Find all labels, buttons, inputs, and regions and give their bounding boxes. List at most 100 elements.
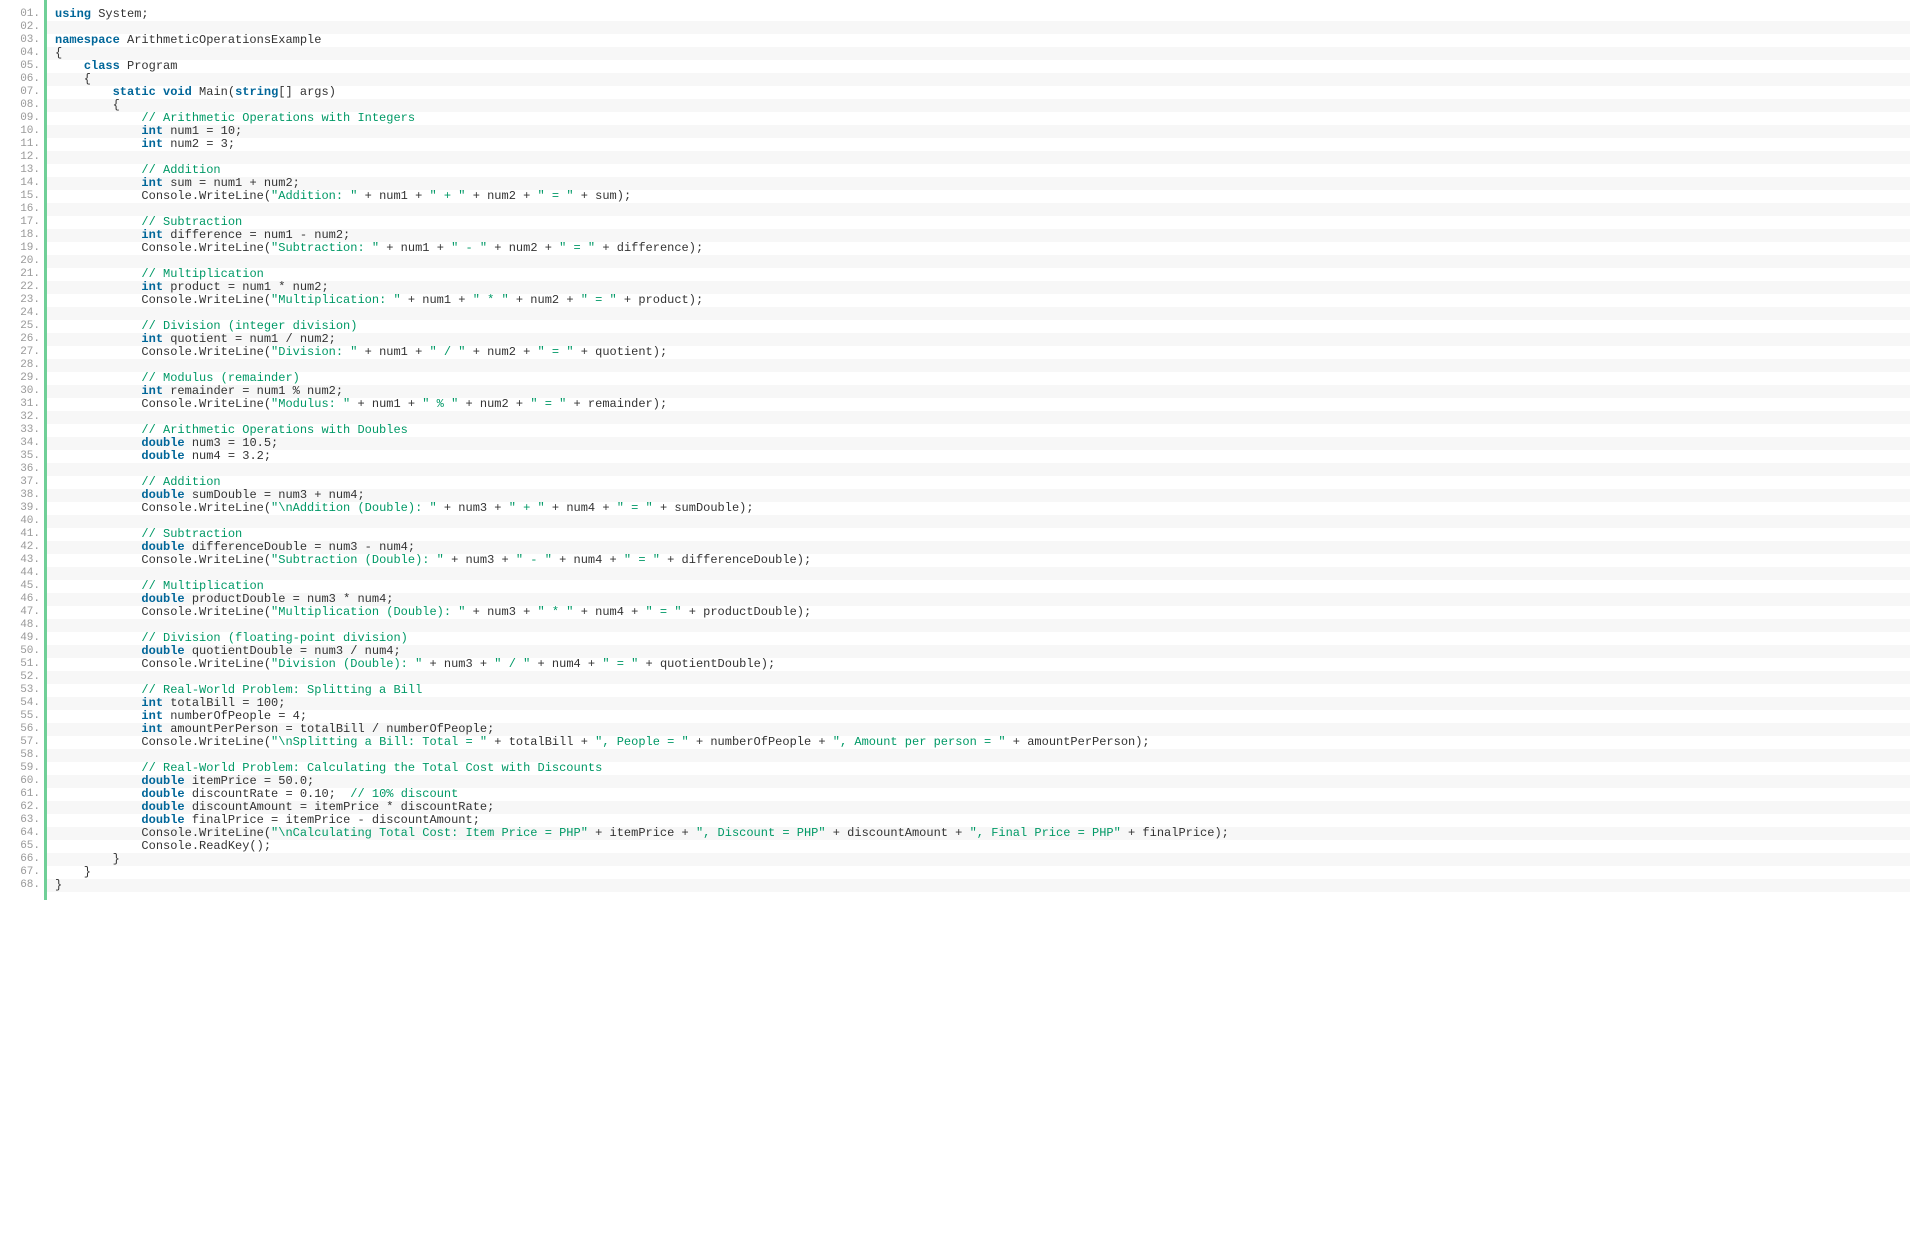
line-number: 07. bbox=[0, 86, 44, 99]
line-number: 43. bbox=[0, 554, 44, 567]
line-number: 12. bbox=[0, 151, 44, 164]
code-line bbox=[47, 255, 1910, 268]
code-line: Console.WriteLine("Multiplication (Doubl… bbox=[47, 606, 1910, 619]
line-number: 54. bbox=[0, 697, 44, 710]
line-number: 28. bbox=[0, 359, 44, 372]
line-number: 58. bbox=[0, 749, 44, 762]
line-number: 46. bbox=[0, 593, 44, 606]
code-line: { bbox=[47, 47, 1910, 60]
code-line: int num1 = 10; bbox=[47, 125, 1910, 138]
code-line: Console.WriteLine("Modulus: " + num1 + "… bbox=[47, 398, 1910, 411]
line-number: 32. bbox=[0, 411, 44, 424]
line-number: 14. bbox=[0, 177, 44, 190]
line-number: 11. bbox=[0, 138, 44, 151]
code-line: // Arithmetic Operations with Integers bbox=[47, 112, 1910, 125]
line-number: 27. bbox=[0, 346, 44, 359]
code-line: int num2 = 3; bbox=[47, 138, 1910, 151]
line-number: 18. bbox=[0, 229, 44, 242]
code-line bbox=[47, 567, 1910, 580]
line-number: 02. bbox=[0, 21, 44, 34]
line-number: 63. bbox=[0, 814, 44, 827]
line-number: 22. bbox=[0, 281, 44, 294]
line-number: 29. bbox=[0, 372, 44, 385]
line-number: 51. bbox=[0, 658, 44, 671]
line-number: 52. bbox=[0, 671, 44, 684]
line-number: 44. bbox=[0, 567, 44, 580]
code-line: Console.WriteLine("\nSplitting a Bill: T… bbox=[47, 736, 1910, 749]
line-number: 16. bbox=[0, 203, 44, 216]
code-line: } bbox=[47, 866, 1910, 879]
line-number: 23. bbox=[0, 294, 44, 307]
line-number: 47. bbox=[0, 606, 44, 619]
line-number: 60. bbox=[0, 775, 44, 788]
line-number: 39. bbox=[0, 502, 44, 515]
line-number: 08. bbox=[0, 99, 44, 112]
code-line: double num4 = 3.2; bbox=[47, 450, 1910, 463]
line-number: 65. bbox=[0, 840, 44, 853]
line-number: 38. bbox=[0, 489, 44, 502]
line-number: 19. bbox=[0, 242, 44, 255]
line-number: 55. bbox=[0, 710, 44, 723]
line-number-gutter: 01.02.03.04.05.06.07.08.09.10.11.12.13.1… bbox=[0, 0, 44, 900]
code-content[interactable]: using System; namespace ArithmeticOperat… bbox=[44, 0, 1910, 900]
line-number: 61. bbox=[0, 788, 44, 801]
code-block: 01.02.03.04.05.06.07.08.09.10.11.12.13.1… bbox=[0, 0, 1910, 900]
line-number: 25. bbox=[0, 320, 44, 333]
line-number: 49. bbox=[0, 632, 44, 645]
line-number: 50. bbox=[0, 645, 44, 658]
line-number: 10. bbox=[0, 125, 44, 138]
code-line: // Real-World Problem: Calculating the T… bbox=[47, 762, 1910, 775]
line-number: 03. bbox=[0, 34, 44, 47]
code-line: // Real-World Problem: Splitting a Bill bbox=[47, 684, 1910, 697]
line-number: 33. bbox=[0, 424, 44, 437]
line-number: 15. bbox=[0, 190, 44, 203]
line-number: 04. bbox=[0, 47, 44, 60]
code-line: Console.WriteLine("Multiplication: " + n… bbox=[47, 294, 1910, 307]
line-number: 05. bbox=[0, 60, 44, 73]
code-line bbox=[47, 515, 1910, 528]
line-number: 37. bbox=[0, 476, 44, 489]
line-number: 17. bbox=[0, 216, 44, 229]
line-number: 67. bbox=[0, 866, 44, 879]
line-number: 31. bbox=[0, 398, 44, 411]
code-line: Console.WriteLine("Division (Double): " … bbox=[47, 658, 1910, 671]
line-number: 20. bbox=[0, 255, 44, 268]
code-line: Console.WriteLine("Addition: " + num1 + … bbox=[47, 190, 1910, 203]
line-number: 56. bbox=[0, 723, 44, 736]
line-number: 68. bbox=[0, 879, 44, 892]
code-line bbox=[47, 21, 1910, 34]
line-number: 13. bbox=[0, 164, 44, 177]
code-line: static void Main(string[] args) bbox=[47, 86, 1910, 99]
line-number: 35. bbox=[0, 450, 44, 463]
code-line: } bbox=[47, 853, 1910, 866]
line-number: 57. bbox=[0, 736, 44, 749]
line-number: 30. bbox=[0, 385, 44, 398]
code-line: namespace ArithmeticOperationsExample bbox=[47, 34, 1910, 47]
line-number: 40. bbox=[0, 515, 44, 528]
code-line bbox=[47, 359, 1910, 372]
line-number: 24. bbox=[0, 307, 44, 320]
line-number: 26. bbox=[0, 333, 44, 346]
line-number: 21. bbox=[0, 268, 44, 281]
code-line: Console.WriteLine("Subtraction (Double):… bbox=[47, 554, 1910, 567]
code-line: // Arithmetic Operations with Doubles bbox=[47, 424, 1910, 437]
code-line: } bbox=[47, 879, 1910, 892]
code-line: Console.WriteLine("\nCalculating Total C… bbox=[47, 827, 1910, 840]
code-line: Console.WriteLine("Subtraction: " + num1… bbox=[47, 242, 1910, 255]
line-number: 34. bbox=[0, 437, 44, 450]
line-number: 62. bbox=[0, 801, 44, 814]
code-line: using System; bbox=[47, 8, 1910, 21]
line-number: 48. bbox=[0, 619, 44, 632]
code-line bbox=[47, 463, 1910, 476]
line-number: 09. bbox=[0, 112, 44, 125]
line-number: 06. bbox=[0, 73, 44, 86]
line-number: 64. bbox=[0, 827, 44, 840]
code-line: int totalBill = 100; bbox=[47, 697, 1910, 710]
code-line bbox=[47, 151, 1910, 164]
code-line: Console.WriteLine("\nAddition (Double): … bbox=[47, 502, 1910, 515]
code-line: Console.ReadKey(); bbox=[47, 840, 1910, 853]
code-line: double num3 = 10.5; bbox=[47, 437, 1910, 450]
line-number: 66. bbox=[0, 853, 44, 866]
line-number: 01. bbox=[0, 8, 44, 21]
line-number: 42. bbox=[0, 541, 44, 554]
